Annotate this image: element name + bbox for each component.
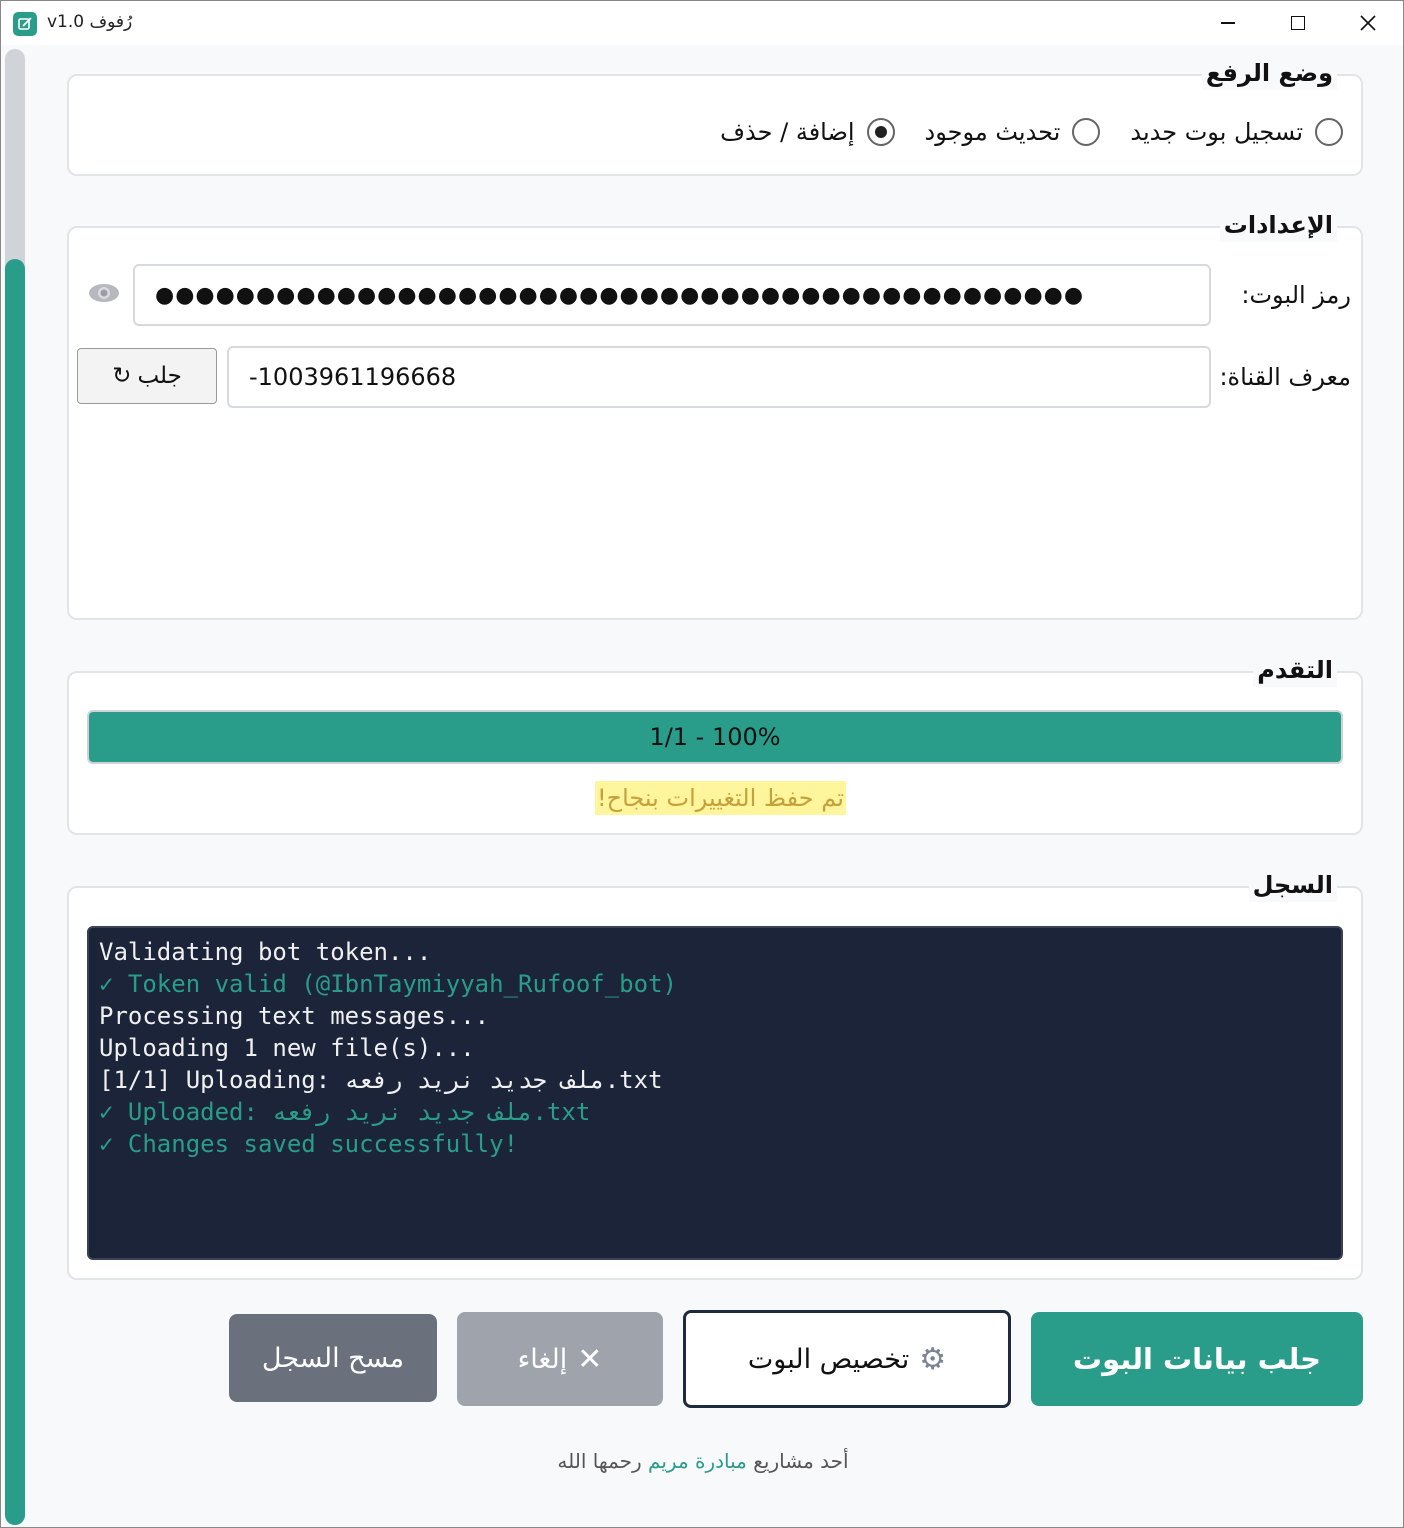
radio-add-remove[interactable]: إضافة / حذف [720, 118, 895, 146]
channel-label: معرف القناة: [1219, 363, 1351, 391]
fetch-label: جلب [137, 363, 182, 389]
log-line: Uploading 1 new file(s)... [99, 1034, 475, 1062]
radio-update-existing[interactable]: تحديث موجود [925, 118, 1101, 146]
upload-mode-options: تسجيل بوت جديد تحديث موجود إضافة / حذف [708, 118, 1343, 146]
clear-log-button[interactable]: مسح السجل [229, 1314, 437, 1402]
log-line: Validating bot token... [99, 938, 432, 966]
log-title: السجل [1248, 868, 1337, 902]
progress-title: التقدم [1253, 653, 1337, 687]
minimize-button[interactable] [1193, 1, 1263, 45]
window-title: v1.0 رُفوف [47, 12, 133, 32]
refresh-icon: ↻ [112, 363, 132, 389]
minimize-icon [1221, 22, 1235, 24]
radio-update-existing-label: تحديث موجود [924, 118, 1061, 146]
customize-bot-button[interactable]: ⚙ تخصيص البوت [683, 1310, 1011, 1408]
fetch-bot-data-button[interactable]: جلب بيانات البوت [1031, 1312, 1363, 1406]
title-bar: v1.0 رُفوف [1, 1, 1403, 45]
cancel-label: إلغاء [517, 1343, 568, 1375]
log-line: ✓ Uploaded: ملف جديد نريد رفعه.txt [99, 1098, 591, 1126]
radio-add-remove-circle[interactable] [866, 118, 895, 146]
scrollbar-thumb[interactable] [5, 259, 25, 1525]
close-x-icon: ✕ [577, 1341, 603, 1377]
token-label: رمز البوت: [1241, 281, 1351, 309]
settings-title: الإعدادات [1219, 208, 1337, 242]
maximize-icon [1291, 16, 1305, 30]
maximize-button[interactable] [1263, 1, 1333, 45]
upload-mode-group: وضع الرفع تسجيل بوت جديد تحديث موجود إضا… [67, 56, 1363, 176]
app-logo-icon [13, 12, 37, 36]
clear-log-label: مسح السجل [261, 1342, 405, 1374]
app-window: v1.0 رُفوف وضع الرفع تسجيل بوت جديد تحدي… [0, 0, 1404, 1528]
eye-icon[interactable] [88, 282, 120, 304]
radio-selected-dot [874, 126, 887, 138]
token-masked-value: ●●●●●●●●●●●●●●●●●●●●●●●●●●●●●●●●●●●●●●●●… [155, 282, 1085, 308]
log-line: Processing text messages... [99, 1002, 490, 1030]
channel-id-value: -1003961196668 [249, 363, 457, 391]
log-line: ✓ Changes saved successfully! [99, 1130, 519, 1158]
log-line: [1/1] Uploading: ملف جديد نريد رفعه.txt [99, 1066, 663, 1094]
radio-new-bot-circle[interactable] [1315, 118, 1343, 146]
customize-bot-label: تخصيص البوت [747, 1343, 910, 1375]
radio-add-remove-label: إضافة / حذف [720, 118, 855, 146]
progress-bar: 1/1 - 100% [87, 710, 1343, 764]
gear-icon: ⚙ [919, 1341, 947, 1377]
progress-text: 1/1 - 100% [649, 723, 781, 751]
footer-link[interactable]: مبادرة مريم [648, 1449, 747, 1473]
close-icon [1360, 15, 1376, 31]
channel-id-input[interactable]: -1003961196668 [227, 346, 1211, 408]
radio-new-bot[interactable]: تسجيل بوت جديد [1130, 118, 1343, 146]
footer-credit: أحد مشاريع مبادرة مريم رحمها الله [1, 1449, 1404, 1473]
radio-new-bot-label: تسجيل بوت جديد [1130, 118, 1303, 146]
footer-suffix: رحمها الله [557, 1449, 642, 1473]
token-input[interactable]: ●●●●●●●●●●●●●●●●●●●●●●●●●●●●●●●●●●●●●●●●… [133, 264, 1211, 326]
log-output[interactable]: Validating bot token... ✓ Token valid (@I… [87, 926, 1343, 1260]
upload-mode-title: وضع الرفع [1201, 56, 1337, 90]
fetch-channel-button[interactable]: جلب ↻ [77, 348, 217, 404]
cancel-button[interactable]: ✕ إلغاء [457, 1312, 663, 1406]
status-message: تم حفظ التغييرات بنجاح! [595, 781, 846, 815]
fetch-bot-data-label: جلب بيانات البوت [1072, 1342, 1322, 1376]
log-line: ✓ Token valid (@IbnTaymiyyah_Rufoof_bot) [99, 970, 677, 998]
footer-prefix: أحد مشاريع [753, 1449, 849, 1473]
close-button[interactable] [1333, 1, 1403, 45]
radio-update-existing-circle[interactable] [1072, 118, 1101, 146]
